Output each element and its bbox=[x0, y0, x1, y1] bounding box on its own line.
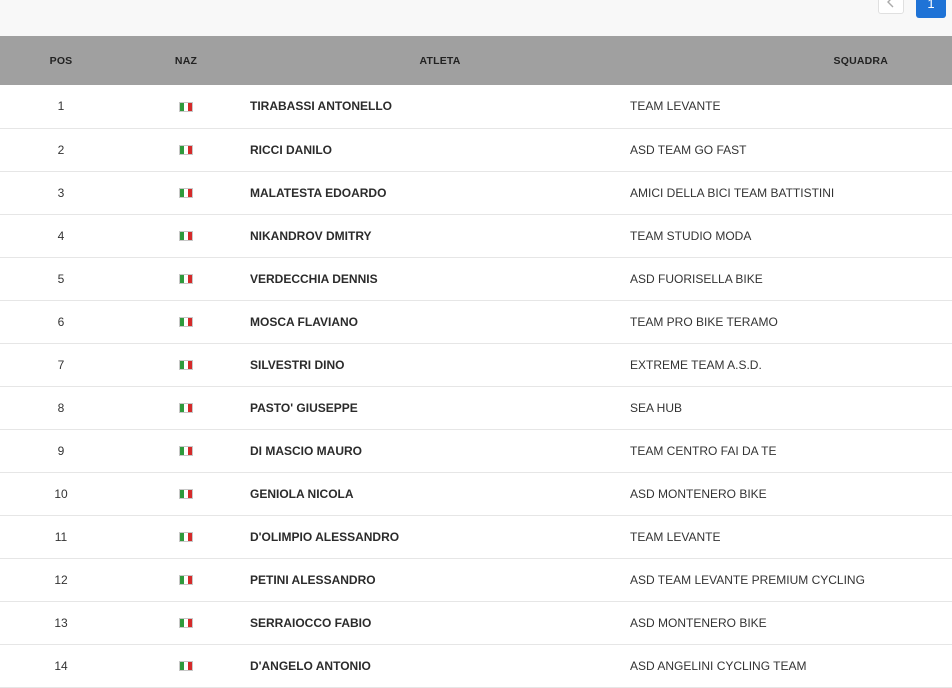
row-position: 2 bbox=[57, 142, 65, 157]
row-team: ASD TEAM GO FAST bbox=[630, 142, 747, 157]
italy-flag-icon bbox=[179, 317, 193, 328]
row-team: AMICI DELLA BICI TEAM BATTISTINI bbox=[630, 185, 835, 200]
italy-flag-icon bbox=[179, 360, 193, 371]
row-nationality bbox=[122, 386, 250, 429]
header-pos[interactable]: POS bbox=[0, 36, 122, 85]
row-team: ASD MONTENERO BIKE bbox=[630, 486, 767, 501]
italy-flag-icon bbox=[179, 489, 193, 500]
row-nationality bbox=[122, 558, 250, 601]
header-atleta[interactable]: ATLETA bbox=[250, 36, 630, 85]
row-nationality bbox=[122, 85, 250, 128]
row-position: 10 bbox=[54, 486, 68, 501]
table-row[interactable]: 13 SERRAIOCCO FABIO ASD MONTENERO BIKE bbox=[0, 601, 952, 644]
row-athlete[interactable]: GENIOLA NICOLA bbox=[250, 472, 630, 515]
table-row[interactable]: 7 SILVESTRI DINO EXTREME TEAM A.S.D. bbox=[0, 343, 952, 386]
table-row[interactable]: 11 D'OLIMPIO ALESSANDRO TEAM LEVANTE bbox=[0, 515, 952, 558]
row-team: SEA HUB bbox=[630, 400, 683, 415]
row-nationality bbox=[122, 644, 250, 687]
row-team: ASD ANGELINI CYCLING TEAM bbox=[630, 658, 807, 673]
header-naz[interactable]: NAZ bbox=[122, 36, 250, 85]
row-athlete[interactable]: SERRAIOCCO FABIO bbox=[250, 601, 630, 644]
row-athlete[interactable]: DI MASCIO MAURO bbox=[250, 429, 630, 472]
row-position: 6 bbox=[57, 314, 65, 329]
row-athlete[interactable]: NIKANDROV DMITRY bbox=[250, 214, 630, 257]
row-athlete[interactable]: RICCI DANILO bbox=[250, 128, 630, 171]
row-nationality bbox=[122, 343, 250, 386]
row-nationality bbox=[122, 515, 250, 558]
row-team: ASD MONTENERO BIKE bbox=[630, 615, 767, 630]
row-athlete[interactable]: PASTO' GIUSEPPE bbox=[250, 386, 630, 429]
italy-flag-icon bbox=[179, 403, 193, 414]
table-header-row: POS NAZ ATLETA SQUADRA bbox=[0, 36, 952, 85]
table-row[interactable]: 3 MALATESTA EDOARDO AMICI DELLA BICI TEAM … bbox=[0, 171, 952, 214]
table-row[interactable]: 9 DI MASCIO MAURO TEAM CENTRO FAI DA TE bbox=[0, 429, 952, 472]
row-team: TEAM STUDIO MODA bbox=[630, 228, 752, 243]
row-nationality bbox=[122, 601, 250, 644]
top-bar: 1 bbox=[0, 0, 952, 36]
row-position: 14 bbox=[54, 658, 68, 673]
row-team: EXTREME TEAM A.S.D. bbox=[630, 357, 762, 372]
pagination-prev-button[interactable] bbox=[878, 0, 904, 14]
table-row[interactable]: 10 GENIOLA NICOLA ASD MONTENERO BIKE bbox=[0, 472, 952, 515]
row-position: 9 bbox=[57, 443, 65, 458]
row-position: 5 bbox=[57, 271, 65, 286]
row-nationality bbox=[122, 128, 250, 171]
row-position: 12 bbox=[54, 572, 68, 587]
row-team: TEAM LEVANTE bbox=[630, 529, 721, 544]
italy-flag-icon bbox=[179, 231, 193, 242]
italy-flag-icon bbox=[179, 274, 193, 285]
row-athlete[interactable]: TIRABASSI ANTONELLO bbox=[250, 85, 630, 128]
table-row[interactable]: 12 PETINI ALESSANDRO ASD TEAM LEVANTE PREM… bbox=[0, 558, 952, 601]
row-nationality bbox=[122, 171, 250, 214]
row-team: TEAM LEVANTE bbox=[630, 99, 721, 114]
row-team: ASD TEAM LEVANTE PREMIUM CYCLING bbox=[630, 572, 865, 587]
row-nationality bbox=[122, 257, 250, 300]
header-squadra[interactable]: SQUADRA bbox=[630, 36, 952, 85]
chevron-left-icon bbox=[887, 0, 894, 8]
row-nationality bbox=[122, 429, 250, 472]
row-position: 8 bbox=[57, 400, 65, 415]
row-position: 4 bbox=[57, 228, 65, 243]
italy-flag-icon bbox=[179, 188, 193, 199]
row-position: 13 bbox=[54, 615, 68, 630]
table-row[interactable]: 8 PASTO' GIUSEPPE SEA HUB bbox=[0, 386, 952, 429]
row-athlete[interactable]: MOSCA FLAVIANO bbox=[250, 300, 630, 343]
results-table: POS NAZ ATLETA SQUADRA 1 TIRABASSI ANTONE… bbox=[0, 36, 952, 688]
row-athlete[interactable]: D'OLIMPIO ALESSANDRO bbox=[250, 515, 630, 558]
table-row[interactable]: 4 NIKANDROV DMITRY TEAM STUDIO MODA bbox=[0, 214, 952, 257]
row-team: TEAM CENTRO FAI DA TE bbox=[630, 443, 777, 458]
row-nationality bbox=[122, 472, 250, 515]
table-row[interactable]: 6 MOSCA FLAVIANO TEAM PRO BIKE TERAMO bbox=[0, 300, 952, 343]
italy-flag-icon bbox=[179, 575, 193, 586]
italy-flag-icon bbox=[179, 618, 193, 629]
row-athlete[interactable]: MALATESTA EDOARDO bbox=[250, 171, 630, 214]
row-team: ASD FUORISELLA BIKE bbox=[630, 271, 763, 286]
row-athlete[interactable]: PETINI ALESSANDRO bbox=[250, 558, 630, 601]
table-row[interactable]: 1 TIRABASSI ANTONELLO TEAM LEVANTE bbox=[0, 85, 952, 128]
table-row[interactable]: 14 D'ANGELO ANTONIO ASD ANGELINI CYCLING T… bbox=[0, 644, 952, 687]
row-nationality bbox=[122, 214, 250, 257]
row-nationality bbox=[122, 300, 250, 343]
table-row[interactable]: 2 RICCI DANILO ASD TEAM GO FAST bbox=[0, 128, 952, 171]
table-row[interactable]: 5 VERDECCHIA DENNIS ASD FUORISELLA BIKE bbox=[0, 257, 952, 300]
italy-flag-icon bbox=[179, 145, 193, 156]
row-position: 3 bbox=[57, 185, 65, 200]
row-position: 7 bbox=[57, 357, 65, 372]
row-athlete[interactable]: SILVESTRI DINO bbox=[250, 343, 630, 386]
row-athlete[interactable]: D'ANGELO ANTONIO bbox=[250, 644, 630, 687]
italy-flag-icon bbox=[179, 446, 193, 457]
row-athlete[interactable]: VERDECCHIA DENNIS bbox=[250, 257, 630, 300]
pagination-current-page[interactable]: 1 bbox=[916, 0, 946, 18]
italy-flag-icon bbox=[179, 532, 193, 543]
italy-flag-icon bbox=[179, 661, 193, 672]
italy-flag-icon bbox=[179, 102, 193, 113]
row-team: TEAM PRO BIKE TERAMO bbox=[630, 314, 778, 329]
row-position: 1 bbox=[57, 99, 65, 114]
row-position: 11 bbox=[54, 529, 68, 544]
